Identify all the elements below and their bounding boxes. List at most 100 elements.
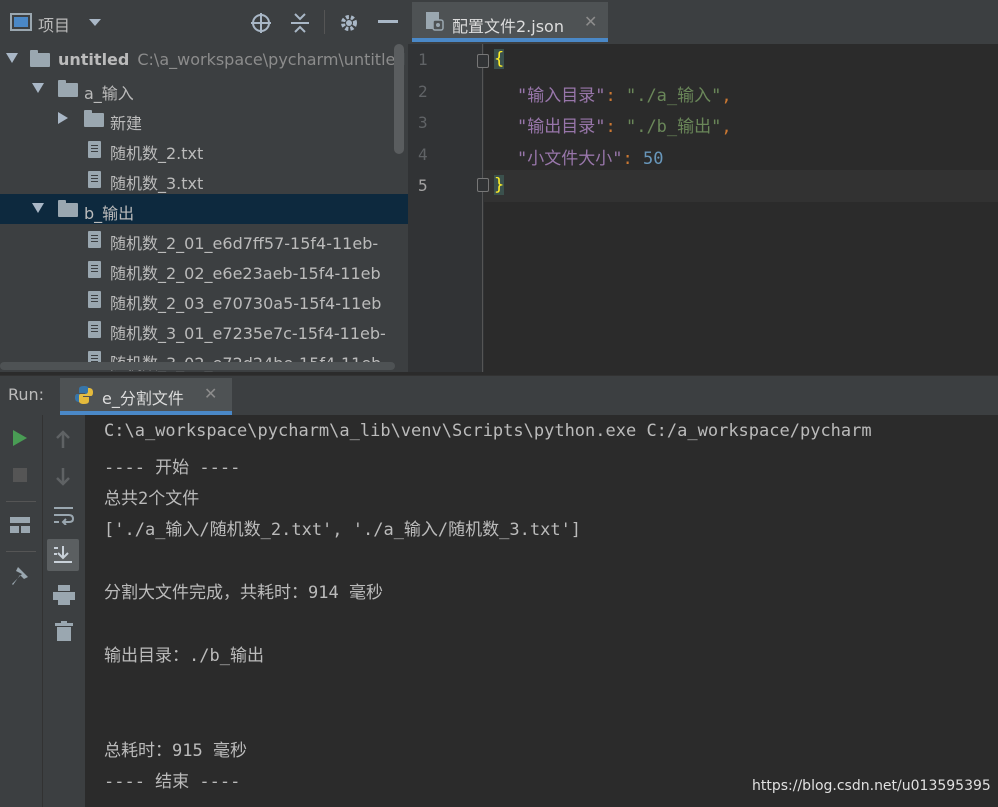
collapse-all-icon[interactable] — [290, 12, 310, 34]
run-label: Run: — [8, 385, 45, 404]
locate-icon[interactable] — [250, 12, 272, 34]
horizontal-scrollbar[interactable] — [0, 362, 395, 370]
fold-marker-icon[interactable] — [477, 178, 489, 192]
run-tab-label: e_分割文件 — [102, 389, 184, 408]
gutter-divider — [482, 44, 483, 372]
console-line: 总耗时：915 毫秒 — [104, 741, 247, 761]
stop-icon[interactable] — [12, 467, 28, 483]
tree-item-label: 随机数_2_03_e70730a5-15f4-11eb — [110, 294, 382, 313]
json-brace: } — [494, 175, 505, 195]
tree-item-file[interactable]: 随机数_2_03_e70730a5-15f4-11eb — [0, 284, 408, 314]
print-icon[interactable] — [53, 585, 75, 605]
json-brace: { — [494, 49, 505, 69]
text-file-icon — [88, 171, 101, 188]
text-file-icon — [88, 261, 101, 278]
close-icon[interactable]: ✕ — [204, 384, 217, 403]
soft-wrap-icon[interactable] — [53, 505, 75, 525]
run-tab-split-files[interactable]: e_分割文件 ✕ — [60, 378, 232, 415]
console-line: ---- 开始 ---- — [104, 458, 241, 478]
code-line[interactable]: "输入目录": "./a_输入", — [517, 81, 732, 106]
json-colon: : — [622, 149, 643, 169]
expand-arrow-icon[interactable] — [32, 83, 44, 93]
json-key: "输出目录" — [517, 117, 606, 137]
tree-item-path: C:\a_workspace\pycharm\untitled — [137, 50, 406, 69]
line-number: 5 — [418, 176, 428, 195]
vertical-scrollbar[interactable] — [394, 44, 404, 154]
code-line[interactable]: "输出目录": "./b_输出", — [517, 112, 732, 137]
line-number: 2 — [418, 82, 428, 101]
json-key: "输入目录" — [517, 86, 606, 106]
console-line: 总共2个文件 — [104, 489, 200, 509]
arrow-down-icon[interactable] — [55, 467, 71, 487]
divider — [6, 501, 36, 502]
tree-item-label: b_输出 — [84, 204, 135, 223]
text-file-icon — [88, 291, 101, 308]
tree-item-file[interactable]: 随机数_3.txt — [0, 164, 408, 194]
collapse-arrow-icon[interactable] — [58, 112, 68, 124]
tab-label: 配置文件2.json — [452, 17, 564, 36]
text-file-icon — [88, 141, 101, 158]
project-view-icon[interactable] — [10, 13, 32, 31]
expand-arrow-icon[interactable] — [32, 203, 44, 213]
run-toolbar-right — [42, 415, 85, 807]
run-toolbar-left — [0, 415, 42, 807]
line-number: 1 — [418, 50, 428, 69]
project-header: 项目 — [0, 0, 408, 44]
scroll-to-end-button[interactable] — [47, 539, 79, 571]
folder-icon — [58, 80, 78, 97]
run-icon[interactable] — [12, 429, 28, 447]
tree-item-new[interactable]: 新建 — [0, 104, 408, 134]
tree-item-label: 随机数_3.txt — [110, 174, 204, 193]
project-title[interactable]: 项目 — [38, 12, 70, 36]
tree-item-file[interactable]: 随机数_2.txt — [0, 134, 408, 164]
code-line[interactable]: { — [494, 49, 505, 69]
console-line: 分割大文件完成，共耗时：914 毫秒 — [104, 583, 383, 603]
json-file-icon — [426, 12, 444, 31]
arrow-up-icon[interactable] — [55, 429, 71, 449]
divider — [6, 551, 36, 552]
tree-item-label: 随机数_2_02_e6e23aeb-15f4-11eb — [110, 264, 381, 283]
close-icon[interactable]: ✕ — [584, 12, 597, 31]
folder-icon — [30, 50, 50, 67]
tree-item-label: 随机数_2.txt — [110, 144, 204, 163]
divider — [324, 10, 325, 34]
console-line: ['./a_输入/随机数_2.txt', './a_输入/随机数_3.txt'] — [104, 520, 582, 540]
tree-item-untitled[interactable]: untitled C:\a_workspace\pycharm\untitled — [0, 44, 408, 74]
current-line-highlight — [484, 170, 998, 202]
python-icon — [75, 386, 93, 404]
console-line: C:\a_workspace\pycharm\a_lib\venv\Script… — [104, 421, 872, 441]
fold-marker-icon[interactable] — [477, 54, 489, 68]
tree-item-file[interactable]: 随机数_2_02_e6e23aeb-15f4-11eb — [0, 254, 408, 284]
trash-icon[interactable] — [55, 621, 73, 641]
code-line[interactable]: "小文件大小": 50 — [517, 144, 663, 169]
folder-icon — [58, 200, 78, 217]
console-line: ---- 结束 ---- — [104, 772, 241, 792]
code-line[interactable]: } — [494, 175, 505, 195]
tree-item-label: untitled — [58, 50, 130, 69]
json-comma: , — [721, 86, 732, 106]
tree-item-a-input[interactable]: a_输入 — [0, 74, 408, 104]
expand-arrow-icon[interactable] — [6, 53, 18, 63]
json-colon: : — [605, 86, 626, 106]
tree-item-label: 随机数_3_01_e7235e7c-15f4-11eb- — [110, 324, 386, 343]
folder-icon — [84, 110, 104, 127]
pin-icon[interactable] — [10, 565, 30, 587]
chevron-down-icon[interactable] — [88, 18, 102, 28]
watermark: https://blog.csdn.net/u013595395 — [752, 778, 991, 794]
gear-icon[interactable] — [338, 12, 360, 34]
json-key: "小文件大小" — [517, 149, 623, 169]
tree-item-b-output[interactable]: b_输出 — [0, 194, 408, 224]
tree-item-file[interactable]: 随机数_3_01_e7235e7c-15f4-11eb- — [0, 314, 408, 344]
console-line: 输出目录：./b_输出 — [104, 646, 264, 666]
layout-icon[interactable] — [10, 517, 30, 533]
line-number: 3 — [418, 113, 428, 132]
tree-item-label: 随机数_2_01_e6d7ff57-15f4-11eb- — [110, 234, 379, 253]
project-panel: 项目 untitled C:\a_workspace\pycharm\untitl… — [0, 0, 408, 372]
text-file-icon — [88, 231, 101, 248]
editor-tab-config-json[interactable]: 配置文件2.json ✕ — [412, 2, 608, 42]
tree-item-label: 新建 — [110, 114, 143, 133]
json-string: "./a_输入" — [625, 86, 722, 106]
minimize-icon[interactable] — [378, 20, 398, 24]
tree-item-file[interactable]: 随机数_2_01_e6d7ff57-15f4-11eb- — [0, 224, 408, 254]
text-file-icon — [88, 321, 101, 338]
